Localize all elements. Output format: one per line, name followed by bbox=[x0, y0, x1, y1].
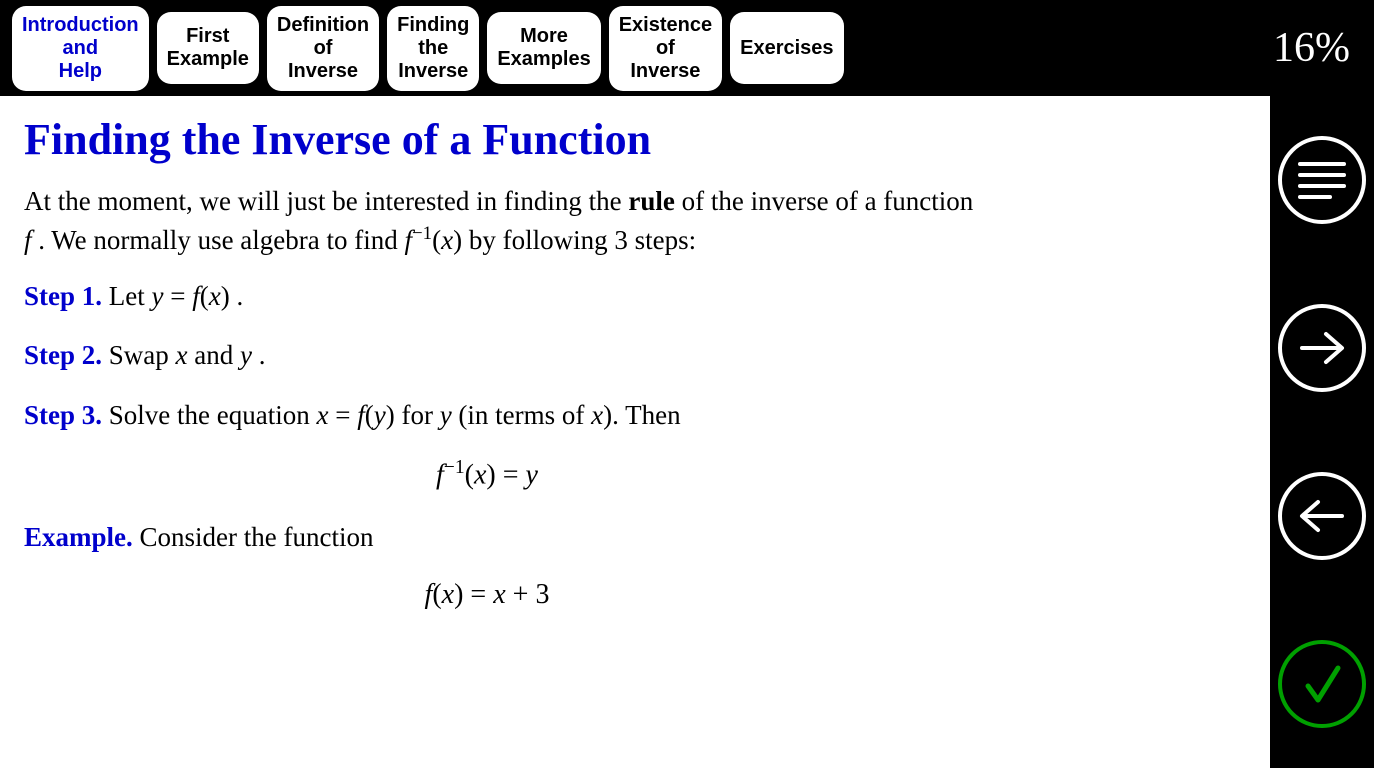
intro-bold-rule: rule bbox=[628, 186, 675, 216]
step-3-display-equation: f−1(x) = y bbox=[0, 457, 1240, 491]
step-2: Step 2. Swap x and y . bbox=[24, 337, 984, 375]
step-text: Swap bbox=[102, 340, 176, 370]
tab-first-example[interactable]: First Example bbox=[157, 12, 259, 84]
step-text: (in terms of bbox=[452, 400, 591, 430]
step-3: Step 3. Solve the equation x = f(y) for … bbox=[24, 397, 984, 435]
tab-label-line: Definition bbox=[277, 14, 369, 37]
step-text: and bbox=[188, 340, 240, 370]
tab-strip: Introduction and Help First Example Defi… bbox=[12, 6, 844, 91]
prev-button[interactable] bbox=[1270, 432, 1374, 600]
main-row: Finding the Inverse of a Function At the… bbox=[0, 96, 1374, 768]
math-f: f bbox=[436, 459, 444, 490]
tab-label-line: First bbox=[186, 25, 229, 48]
math-arg: (x) bbox=[432, 225, 462, 255]
tab-label-line: Introduction bbox=[22, 14, 139, 37]
intro-text: . We normally use algebra to find bbox=[32, 225, 405, 255]
tab-label-line: Inverse bbox=[398, 60, 468, 83]
math-y: y bbox=[440, 400, 452, 430]
math-f: f bbox=[405, 225, 413, 255]
page-title: Finding the Inverse of a Function bbox=[24, 114, 1240, 165]
tab-existence-of-inverse[interactable]: Existence of Inverse bbox=[609, 6, 722, 91]
menu-lines-icon bbox=[1298, 162, 1346, 199]
intro-text: At the moment, we will just be intereste… bbox=[24, 186, 628, 216]
progress-percent: 16% bbox=[1273, 24, 1350, 72]
step-text: . bbox=[252, 340, 266, 370]
check-icon bbox=[1278, 640, 1366, 728]
right-sidebar bbox=[1270, 96, 1374, 768]
arrow-right-icon bbox=[1278, 304, 1366, 392]
tab-label-line: More bbox=[520, 25, 568, 48]
menu-icon bbox=[1278, 136, 1366, 224]
step-eq: y = f(x) bbox=[152, 281, 230, 311]
step-text: ). Then bbox=[603, 400, 680, 430]
menu-button[interactable] bbox=[1270, 96, 1374, 264]
step-text: . bbox=[230, 281, 244, 311]
math-x: x bbox=[176, 340, 188, 370]
next-button[interactable] bbox=[1270, 264, 1374, 432]
math-sup: −1 bbox=[412, 223, 432, 244]
tab-label-line: Examples bbox=[497, 48, 590, 71]
tab-finding-the-inverse[interactable]: Finding the Inverse bbox=[387, 6, 479, 91]
math-f: f bbox=[24, 225, 32, 255]
tab-definition-of-inverse[interactable]: Definition of Inverse bbox=[267, 6, 379, 91]
example-display-equation: f(x) = x + 3 bbox=[0, 579, 1240, 611]
tab-label-line: Existence bbox=[619, 14, 712, 37]
tab-label-line: Inverse bbox=[630, 60, 700, 83]
slide-content: Finding the Inverse of a Function At the… bbox=[0, 96, 1270, 768]
intro-paragraph: At the moment, we will just be intereste… bbox=[24, 183, 984, 260]
arrow-left-icon bbox=[1278, 472, 1366, 560]
tab-label-line: and bbox=[63, 37, 99, 60]
tab-label-line: Finding bbox=[397, 14, 469, 37]
tab-label-line: Help bbox=[59, 60, 102, 83]
step-label: Step 3. bbox=[24, 400, 102, 430]
tab-exercises[interactable]: Exercises bbox=[730, 12, 843, 84]
math-y: y bbox=[240, 340, 252, 370]
tab-label-line: of bbox=[656, 37, 675, 60]
example-label: Example. bbox=[24, 522, 133, 552]
step-text: for bbox=[395, 400, 440, 430]
top-nav-bar: Introduction and Help First Example Defi… bbox=[0, 0, 1374, 96]
example-intro: Example. Consider the function bbox=[24, 519, 984, 557]
intro-text: of the inverse of a function bbox=[675, 186, 973, 216]
confirm-button[interactable] bbox=[1270, 600, 1374, 768]
tab-label-line: of bbox=[314, 37, 333, 60]
step-text: Let bbox=[102, 281, 151, 311]
tab-label-line: Example bbox=[167, 48, 249, 71]
tab-more-examples[interactable]: More Examples bbox=[487, 12, 600, 84]
tab-introduction-and-help[interactable]: Introduction and Help bbox=[12, 6, 149, 91]
intro-text: by following 3 steps: bbox=[462, 225, 696, 255]
example-text: Consider the function bbox=[133, 522, 374, 552]
step-label: Step 2. bbox=[24, 340, 102, 370]
step-label: Step 1. bbox=[24, 281, 102, 311]
tab-label-line: Inverse bbox=[288, 60, 358, 83]
step-1: Step 1. Let y = f(x) . bbox=[24, 278, 984, 316]
math-sup: −1 bbox=[444, 457, 465, 478]
step-eq: x = f(y) bbox=[316, 400, 394, 430]
step-text: Solve the equation bbox=[102, 400, 316, 430]
tab-label-line: Exercises bbox=[740, 37, 833, 60]
math-x: x bbox=[591, 400, 603, 430]
math-arg: (x) = y bbox=[465, 459, 538, 490]
tab-label-line: the bbox=[418, 37, 448, 60]
